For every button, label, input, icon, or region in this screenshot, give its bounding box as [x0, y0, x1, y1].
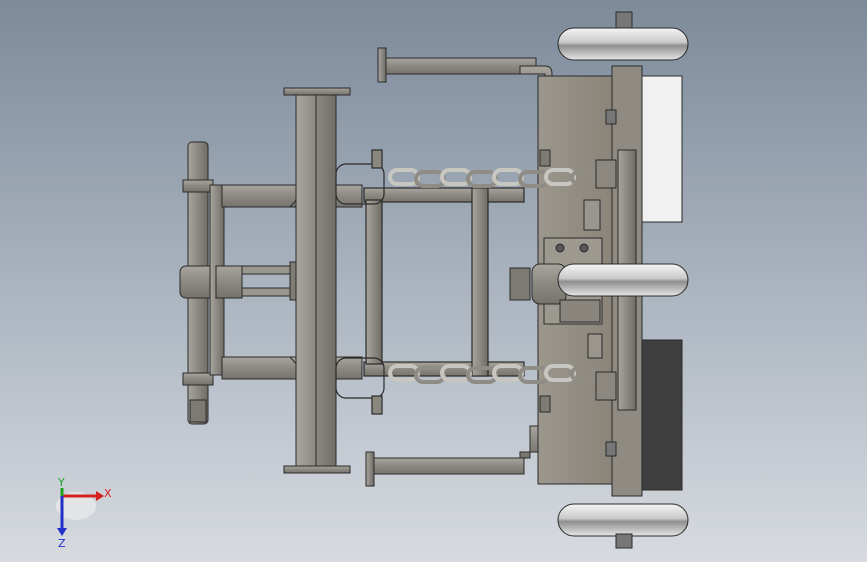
y-axis-label: Y	[57, 476, 65, 489]
z-axis-label: Z	[58, 537, 66, 550]
assembly-model	[179, 11, 689, 549]
support-tubes	[365, 47, 553, 487]
frame-arms	[215, 184, 363, 380]
x-axis-label: X	[104, 487, 112, 500]
coordinate-triad: X Y Z	[56, 476, 112, 550]
x-axis-arrowhead	[96, 491, 104, 501]
cad-model-viewport[interactable]: X Y Z	[0, 0, 867, 562]
z-axis-arrowhead	[57, 528, 67, 536]
